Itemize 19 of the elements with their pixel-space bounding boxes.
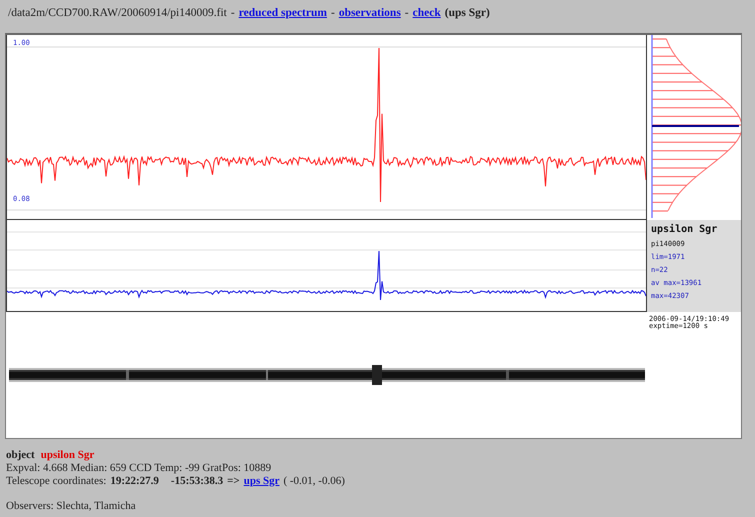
header-link[interactable]: reduced spectrum — [238, 7, 327, 19]
separator: - — [404, 7, 409, 19]
header-link[interactable]: check — [412, 7, 441, 19]
arrow-text: => — [227, 475, 240, 487]
separator: - — [230, 7, 235, 19]
dec-value: -15:53:38.3 — [170, 475, 224, 487]
header-link[interactable]: observations — [338, 7, 401, 19]
coords-label: Telescope coordinates: — [6, 475, 106, 487]
info-title: upsilon Sgr — [651, 224, 718, 235]
separator: - — [330, 7, 335, 19]
file-path: /data2m/CCD700.RAW/20060914/pi140009.fit — [8, 7, 227, 19]
star-name: (ups Sgr) — [444, 7, 490, 19]
offset-value: ( -0.01, -0.06) — [283, 475, 345, 487]
object-name: upsilon Sgr — [40, 449, 94, 461]
observers-line: Observers: Slechta, Tlamicha — [6, 500, 137, 512]
ra-value: 19:22:27.9 — [110, 475, 159, 487]
star-link[interactable]: ups Sgr — [244, 475, 280, 487]
stats-line: Expval: 4.668 Median: 659 CCD Temp: -99 GratPos: 10889 — [6, 462, 272, 474]
object-label: object — [6, 449, 35, 461]
